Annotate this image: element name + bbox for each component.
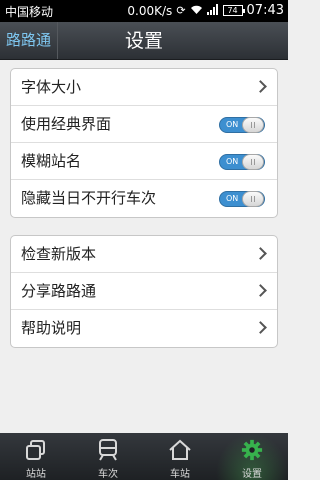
chevron-right-icon: [254, 80, 267, 93]
nav-label: 设置: [242, 469, 262, 480]
toggle-state: ON: [226, 120, 239, 129]
toggle-state: ON: [226, 194, 239, 203]
row-label: 帮助说明: [21, 319, 82, 337]
font-size-row[interactable]: 字体大小: [11, 69, 277, 106]
nav-item-station[interactable]: 车站: [144, 433, 216, 480]
carrier-name: 中国移动: [5, 5, 54, 19]
network-speed: 0.00K/s: [127, 3, 173, 18]
settings-group-about: 检查新版本 分享路路通 帮助说明: [10, 235, 278, 348]
chevron-right-icon: [254, 284, 267, 297]
nav-label: 车站: [170, 469, 190, 480]
signal-icon: [206, 3, 219, 18]
clock: 07:43: [246, 3, 284, 18]
share-app-row[interactable]: 分享路路通: [11, 273, 277, 310]
chevron-right-icon: [254, 321, 267, 334]
wifi-icon: [190, 4, 203, 18]
classic-ui-row: 使用经典界面 ON: [11, 106, 277, 143]
help-row[interactable]: 帮助说明: [11, 310, 277, 347]
sync-icon: ⟳: [176, 4, 186, 17]
row-label: 隐藏当日不开行车次: [21, 189, 157, 207]
row-label: 字体大小: [21, 78, 82, 96]
row-label: 模糊站名: [21, 152, 82, 170]
settings-group-display: 字体大小 使用经典界面 ON 模糊站名 ON 隐藏当日不开行车次 ON: [10, 68, 278, 218]
bottom-nav: 站站 车次 车站 设置: [0, 433, 288, 480]
nav-item-station-to-station[interactable]: 站站: [0, 433, 72, 480]
toggle-state: ON: [226, 157, 239, 166]
battery-icon: 74: [222, 5, 245, 16]
row-label: 使用经典界面: [21, 115, 112, 133]
train-icon: [96, 439, 120, 461]
station-to-station-icon: [24, 439, 48, 461]
row-label: 检查新版本: [21, 245, 97, 263]
title-bar: 设置 路路通: [0, 22, 288, 60]
status-bar: 中国移动 0.00K/s ⟳ 74 07:43: [0, 0, 288, 22]
hide-trains-row: 隐藏当日不开行车次 ON: [11, 180, 277, 217]
nav-item-settings[interactable]: 设置: [216, 433, 288, 480]
fuzzy-station-toggle[interactable]: ON: [219, 154, 265, 170]
nav-label: 站站: [26, 469, 46, 480]
classic-ui-toggle[interactable]: ON: [219, 117, 265, 133]
hide-trains-toggle[interactable]: ON: [219, 191, 265, 207]
row-label: 分享路路通: [21, 282, 97, 300]
app-name-button[interactable]: 路路通: [0, 22, 58, 59]
toggle-knob: [242, 191, 264, 207]
toggle-knob: [242, 117, 264, 133]
home-station-icon: [168, 439, 192, 461]
nav-item-train[interactable]: 车次: [72, 433, 144, 480]
gear-icon: [240, 439, 264, 461]
check-update-row[interactable]: 检查新版本: [11, 236, 277, 273]
chevron-right-icon: [254, 247, 267, 260]
nav-label: 车次: [98, 469, 118, 480]
fuzzy-station-row: 模糊站名 ON: [11, 143, 277, 180]
toggle-knob: [242, 154, 264, 170]
